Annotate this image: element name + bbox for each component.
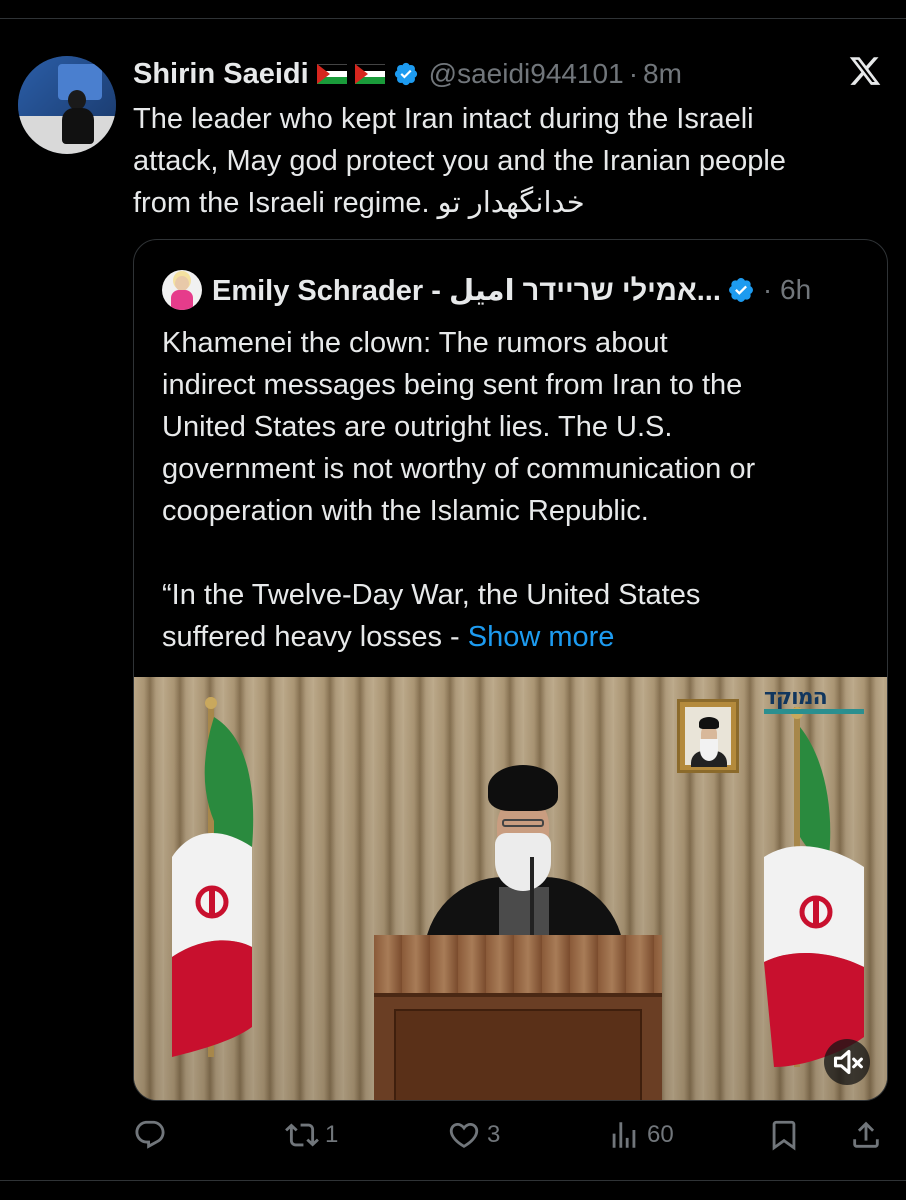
quoted-text-line: suffered heavy losses -	[162, 621, 468, 653]
quoted-text-line: government is not worthy of communicatio…	[162, 453, 756, 485]
podium	[374, 935, 662, 1100]
tweet-timestamp[interactable]: 8m	[643, 58, 682, 90]
tweet-text-line: from the Israeli regime. خدانگهدار تو	[133, 187, 585, 219]
tweet-text-line: attack, May god protect you and the Iran…	[133, 145, 786, 177]
author-handle[interactable]: @saeidi944101	[429, 58, 624, 90]
views-count: 60	[647, 1121, 674, 1148]
quoted-text-line: cooperation with the Islamic Republic.	[162, 495, 649, 527]
tweet-header: Shirin Saeidi @saeidi944101 · 8m	[133, 54, 682, 94]
palestine-flag-icon	[316, 64, 347, 84]
like-count: 3	[487, 1121, 501, 1148]
quoted-tweet-header: Emily Schrader - אמילי שריידר اميل... · …	[162, 270, 811, 310]
verified-badge-icon	[394, 62, 417, 86]
author-name[interactable]: Shirin Saeidi	[133, 58, 309, 91]
quoted-tweet-text: Khamenei the clown: The rumors about ind…	[162, 322, 882, 658]
views-chart-icon	[612, 1122, 636, 1148]
show-more-link[interactable]: Show more	[468, 621, 615, 653]
quoted-author-avatar[interactable]	[162, 270, 202, 310]
separator-dot: ·	[762, 274, 773, 305]
quoted-text-line: United States are outright lies. The U.S…	[162, 411, 673, 443]
broadcaster-logo-text: המוקד	[764, 685, 828, 710]
tweet-actions-bar: 1 3 60	[133, 1112, 888, 1158]
author-avatar[interactable]	[18, 56, 116, 154]
top-divider	[0, 18, 906, 19]
bookmark-icon	[772, 1120, 796, 1151]
like-button[interactable]: 3	[447, 1112, 500, 1158]
bottom-divider	[0, 1180, 906, 1181]
views-button[interactable]: 60	[607, 1112, 674, 1158]
tweet-text: The leader who kept Iran intact during t…	[133, 98, 893, 224]
iran-flag-right	[764, 707, 864, 1067]
broadcaster-logo: המוקד	[764, 685, 876, 715]
x-logo-icon[interactable]	[848, 54, 882, 88]
verified-badge-icon	[728, 278, 753, 302]
share-icon	[853, 1121, 879, 1148]
share-button[interactable]	[849, 1112, 883, 1158]
reply-icon	[135, 1120, 165, 1149]
reply-button[interactable]	[133, 1112, 173, 1158]
quoted-author-name[interactable]: Emily Schrader - אמילי שריידר اميل...	[212, 273, 721, 308]
palestine-flag-icon	[354, 64, 385, 84]
mute-icon	[833, 1049, 863, 1075]
mute-button[interactable]	[824, 1039, 870, 1085]
quoted-text-line: indirect messages being sent from Iran t…	[162, 369, 743, 401]
retweet-icon	[285, 1123, 319, 1147]
bookmark-button[interactable]	[767, 1112, 801, 1158]
retweet-count: 1	[325, 1121, 339, 1148]
heart-icon	[449, 1122, 479, 1148]
quoted-tweet-card[interactable]: Emily Schrader - אמילי שריידר اميل... · …	[133, 239, 888, 1101]
video-media[interactable]: המוקד	[134, 677, 887, 1100]
separator-dot: ·	[628, 58, 639, 89]
quoted-text-line: “In the Twelve-Day War, the United State…	[162, 579, 701, 611]
quoted-text-line: Khamenei the clown: The rumors about	[162, 327, 668, 359]
framed-portrait	[677, 699, 739, 773]
tweet-text-line: The leader who kept Iran intact during t…	[133, 103, 754, 135]
iran-flag-left	[172, 697, 254, 1057]
quoted-timestamp[interactable]: 6h	[780, 274, 811, 305]
retweet-button[interactable]: 1	[285, 1112, 338, 1158]
